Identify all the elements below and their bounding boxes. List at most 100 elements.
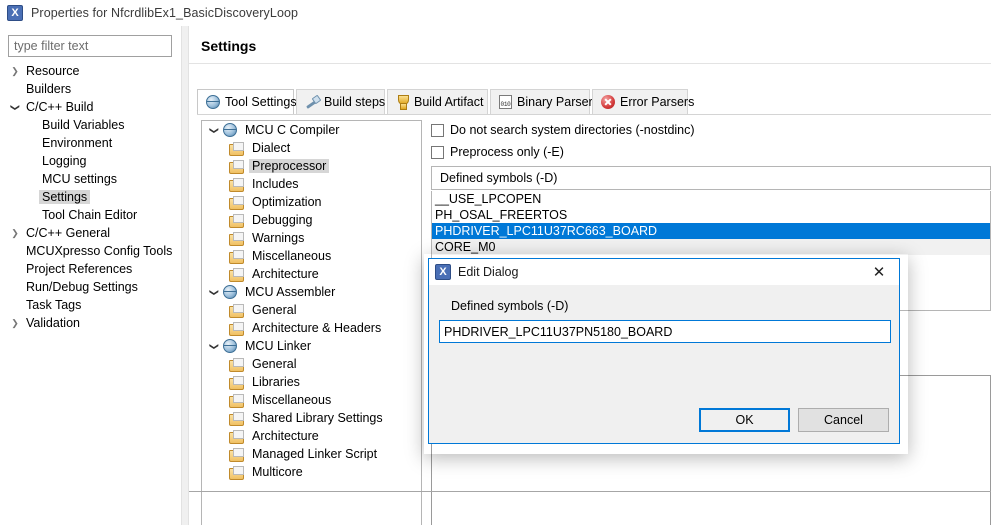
chevron-right-icon[interactable]: ❯ <box>7 67 23 76</box>
folder-icon <box>229 394 244 407</box>
sidebar-item-label: MCUXpresso Config Tools <box>23 244 175 258</box>
tab-label: Tool Settings <box>225 95 297 109</box>
cancel-button[interactable]: Cancel <box>798 408 889 432</box>
tool-tree-item-label: Architecture <box>249 429 322 443</box>
sidebar-item-label: Environment <box>39 136 115 150</box>
folder-icon <box>229 448 244 461</box>
tool-tree-item-shared-library-settings[interactable]: Shared Library Settings <box>202 409 421 427</box>
chevron-down-icon[interactable]: ❯ <box>209 121 220 139</box>
sidebar-item-tool-chain-editor[interactable]: Tool Chain Editor <box>0 206 181 224</box>
folder-icon <box>229 196 244 209</box>
sidebar-item-label: Resource <box>23 64 83 78</box>
folder-icon <box>229 214 244 227</box>
sidebar-item-label: Logging <box>39 154 90 168</box>
folder-icon <box>229 232 244 245</box>
tool-tree-item-label: Includes <box>249 177 302 191</box>
sidebar-item-builders[interactable]: Builders <box>0 80 181 98</box>
checkbox-preprocess-only[interactable] <box>431 146 444 159</box>
tab-label: Binary Parsers <box>517 95 599 109</box>
tab-tool-settings[interactable]: Tool Settings <box>197 89 294 115</box>
tool-tree-item-architecture[interactable]: Architecture <box>202 265 421 283</box>
tool-tree-item-general[interactable]: General <box>202 355 421 373</box>
defined-symbol-row[interactable]: CORE_M0 <box>432 239 990 255</box>
tool-tree-item-managed-linker-script[interactable]: Managed Linker Script <box>202 445 421 463</box>
tool-tree-item-optimization[interactable]: Optimization <box>202 193 421 211</box>
defined-symbol-row[interactable]: PH_OSAL_FREERTOS <box>432 207 990 223</box>
wrench-icon <box>305 95 319 110</box>
tool-tree-item-mcu-assembler[interactable]: ❯MCU Assembler <box>202 283 421 301</box>
tab-error-parsers[interactable]: Error Parsers <box>592 89 688 115</box>
sidebar-item-project-references[interactable]: Project References <box>0 260 181 278</box>
sidebar-item-validation[interactable]: ❯Validation <box>0 314 181 332</box>
defined-symbol-row[interactable]: __USE_LPCOPEN <box>432 191 990 207</box>
chevron-down-icon[interactable]: ❯ <box>11 99 20 115</box>
sidebar-item-build-variables[interactable]: Build Variables <box>0 116 181 134</box>
sidebar-item-settings[interactable]: Settings <box>0 188 181 206</box>
checkbox-row-nostdinc[interactable]: Do not search system directories (-nostd… <box>431 123 695 137</box>
tool-tree-item-miscellaneous[interactable]: Miscellaneous <box>202 247 421 265</box>
tool-tree-item-label: MCU Linker <box>242 339 314 353</box>
tool-tree-item-preprocessor[interactable]: Preprocessor <box>202 157 421 175</box>
chevron-down-icon[interactable]: ❯ <box>209 337 220 355</box>
sidebar-item-logging[interactable]: Logging <box>0 152 181 170</box>
tool-tree-item-mcu-linker[interactable]: ❯ MCU Linker <box>202 337 421 355</box>
sidebar-item-label: Project References <box>23 262 135 276</box>
tool-tree-item-warnings[interactable]: Warnings <box>202 229 421 247</box>
tool-tree-item-architecture[interactable]: Architecture <box>202 427 421 445</box>
eclipse-x-icon: X <box>435 264 451 281</box>
tab-label: Error Parsers <box>620 95 694 109</box>
sidebar-item-label: Settings <box>39 190 90 204</box>
sidebar-item-resource[interactable]: ❯Resource <box>0 62 181 80</box>
properties-dialog-window: X Properties for NfcrdlibEx1_BasicDiscov… <box>0 0 991 525</box>
page-title: Settings <box>201 38 256 54</box>
sidebar-item-label: C/C++ Build <box>23 100 96 114</box>
title-divider <box>189 63 991 64</box>
splitter-line-left <box>181 26 182 525</box>
tool-tree-item-includes[interactable]: Includes <box>202 175 421 193</box>
defined-symbols-header-label: Defined symbols (-D) <box>440 171 557 185</box>
defined-symbol-input[interactable]: PHDRIVER_LPC11U37PN5180_BOARD <box>439 320 891 343</box>
folder-icon <box>229 304 244 317</box>
dialog-title: Edit Dialog <box>458 265 518 279</box>
tool-tree-item-label: Shared Library Settings <box>249 411 386 425</box>
tool-tree-item-dialect[interactable]: Dialect <box>202 139 421 157</box>
globe-icon <box>223 285 237 299</box>
sidebar-item-c-c-build[interactable]: ❯C/C++ Build <box>0 98 181 116</box>
checkbox-label-nostdinc: Do not search system directories (-nostd… <box>450 123 695 137</box>
sidebar-item-environment[interactable]: Environment <box>0 134 181 152</box>
tool-tree-item-multicore[interactable]: Multicore <box>202 463 421 481</box>
tool-tree-item-miscellaneous[interactable]: Miscellaneous <box>202 391 421 409</box>
sidebar-item-task-tags[interactable]: Task Tags <box>0 296 181 314</box>
tool-tree-item-architecture-headers[interactable]: Architecture & Headers <box>202 319 421 337</box>
chevron-right-icon[interactable]: ❯ <box>7 229 23 238</box>
folder-icon <box>229 178 244 191</box>
error-circle-icon <box>601 95 615 110</box>
sidebar-item-label: Build Variables <box>39 118 127 132</box>
chevron-right-icon[interactable]: ❯ <box>7 319 23 328</box>
filter-input[interactable]: type filter text <box>8 35 172 57</box>
tab-binary-parsers[interactable]: 010Binary Parsers <box>490 89 590 115</box>
sidebar-item-run-debug-settings[interactable]: Run/Debug Settings <box>0 278 181 296</box>
globe-icon <box>223 339 237 353</box>
close-icon[interactable]: ✕ <box>859 259 899 285</box>
tab-build-artifact[interactable]: Build Artifact <box>387 89 488 115</box>
tool-tree-item-mcu-c-compiler[interactable]: ❯MCU C Compiler <box>202 121 421 139</box>
dialog-field-label: Defined symbols (-D) <box>451 299 568 313</box>
chevron-down-icon[interactable]: ❯ <box>209 283 220 301</box>
sidebar-splitter[interactable] <box>181 26 189 525</box>
tool-tree-item-debugging[interactable]: Debugging <box>202 211 421 229</box>
ok-button[interactable]: OK <box>699 408 790 432</box>
sidebar-item-mcu-settings[interactable]: MCU settings <box>0 170 181 188</box>
defined-symbol-row[interactable]: PHDRIVER_LPC11U37RC663_BOARD <box>432 223 990 239</box>
tab-build-steps[interactable]: Build steps <box>296 89 385 115</box>
sidebar-item-mcuxpresso-config-tools[interactable]: MCUXpresso Config Tools <box>0 242 181 260</box>
tool-tree-item-general[interactable]: General <box>202 301 421 319</box>
checkbox-nostdinc[interactable] <box>431 124 444 137</box>
sidebar-item-c-c-general[interactable]: ❯C/C++ General <box>0 224 181 242</box>
content-bottom-rule <box>189 491 991 492</box>
eclipse-x-icon: X <box>7 5 23 22</box>
checkbox-row-preprocess-only[interactable]: Preprocess only (-E) <box>431 145 564 159</box>
tool-tree-item-label: Miscellaneous <box>249 249 334 263</box>
defined-symbol-value: __USE_LPCOPEN <box>435 192 541 206</box>
tool-tree-item-libraries[interactable]: Libraries <box>202 373 421 391</box>
